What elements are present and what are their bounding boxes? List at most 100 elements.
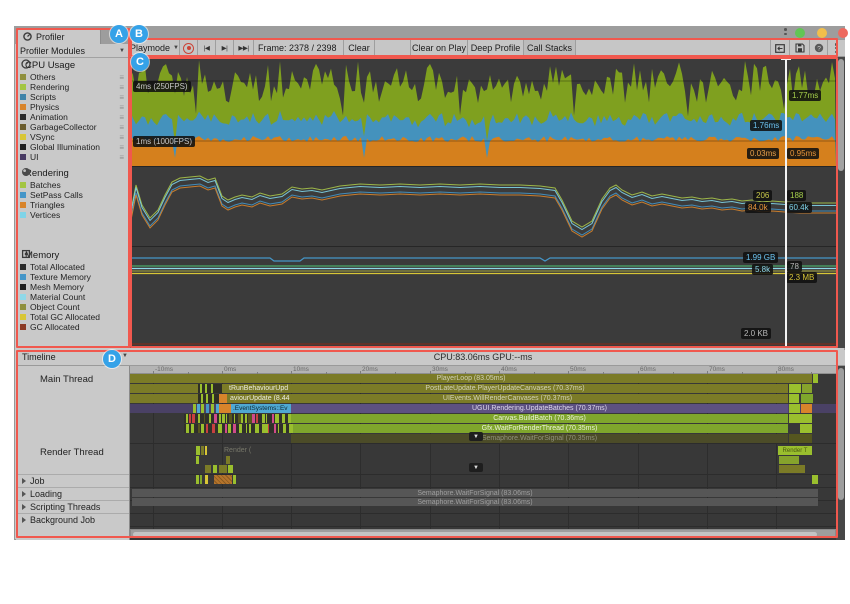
timeline-sample-block[interactable] (200, 475, 202, 484)
call-stacks-toggle[interactable]: Call Stacks (524, 40, 576, 56)
timeline-sample-block[interactable] (196, 475, 199, 484)
timeline-vertical-scrollbar[interactable] (836, 366, 845, 540)
legend-item-others[interactable]: Others≡ (20, 72, 128, 82)
timeline-sample-block[interactable] (789, 404, 800, 413)
timeline-sample-block[interactable] (255, 424, 258, 433)
help-button[interactable]: ? (810, 40, 828, 56)
expand-arrow-icon[interactable] (22, 478, 26, 484)
timeline-view-dropdown[interactable]: Timeline ▼ (22, 352, 56, 362)
timeline-sample-block[interactable] (130, 394, 198, 403)
drag-handle-icon[interactable]: ≡ (119, 103, 124, 112)
legend-item-animation[interactable]: Animation≡ (20, 112, 128, 122)
timeline-sample-block[interactable] (130, 384, 198, 393)
legend-item-ui[interactable]: UI≡ (20, 152, 128, 162)
timeline-sample-block[interactable] (186, 424, 189, 433)
timeline-sample-block[interactable] (193, 404, 196, 413)
expand-arrow-icon[interactable] (22, 491, 26, 497)
legend-item-rendering[interactable]: Rendering≡ (20, 82, 128, 92)
timeline-sample-block[interactable] (212, 394, 214, 403)
timeline-sample-block[interactable] (209, 414, 212, 423)
timeline-sample-block[interactable] (249, 424, 251, 433)
timeline-sample-block[interactable] (779, 456, 799, 464)
timeline-sample-block[interactable] (213, 465, 217, 473)
timeline-sample-block[interactable] (800, 424, 812, 433)
timeline-sample-block[interactable] (219, 465, 227, 473)
profiler-modules-dropdown[interactable]: Profiler Modules ▼ (16, 44, 129, 58)
timeline-sample-block[interactable] (252, 414, 255, 423)
charts-panel[interactable] (130, 57, 836, 348)
current-frame-button[interactable]: ▶▶| (234, 40, 254, 56)
drag-handle-icon[interactable]: ≡ (119, 123, 124, 132)
timeline-sample-render[interactable]: Render ( (222, 446, 284, 455)
timeline-thread-scripting-threads[interactable]: Scripting Threads (16, 500, 129, 513)
timeline-sample-block[interactable] (245, 414, 247, 423)
timeline-sample-block[interactable] (779, 465, 805, 473)
legend-item-gc-allocated[interactable]: GC Allocated (20, 322, 128, 332)
timeline-sample-block[interactable] (212, 424, 215, 433)
load-profile-button[interactable] (770, 40, 790, 56)
timeline-sample-block[interactable] (205, 475, 208, 484)
tab-profiler[interactable]: Profiler (17, 28, 101, 44)
timeline-sample-block[interactable] (219, 414, 221, 423)
timeline-sample-block[interactable] (200, 384, 202, 393)
timeline-sample-block[interactable] (241, 414, 243, 423)
legend-item-setpass-calls[interactable]: SetPass Calls (20, 190, 128, 200)
timeline-sample-block[interactable] (201, 394, 203, 403)
timeline-sample-block[interactable] (789, 434, 812, 443)
timeline-sample-block[interactable] (268, 424, 270, 433)
timeline-thread-background-job[interactable]: Background Job (16, 513, 129, 526)
timeline-sample-block[interactable] (812, 475, 818, 484)
timeline-sample-block[interactable] (802, 384, 812, 393)
timeline-sample-block[interactable] (789, 414, 812, 423)
timeline-sample-aviourupdate[interactable]: aviourUpdate (8.44 (228, 394, 322, 403)
legend-item-vertices[interactable]: Vertices (20, 210, 128, 220)
timeline-sample-ugui.rendering.updatebatches[interactable]: UGUI.Rendering.UpdateBatches (70.37ms) (291, 404, 788, 413)
timeline-sample-block[interactable] (219, 404, 231, 413)
timeline-sample-block[interactable] (228, 424, 230, 433)
clear-on-play-toggle[interactable]: Clear on Play (410, 40, 468, 56)
timeline-sample-block[interactable] (205, 384, 207, 393)
timeline-sample-block[interactable] (191, 424, 194, 433)
charts-scrollbar[interactable] (836, 57, 845, 348)
window-zoom-button[interactable] (795, 28, 805, 38)
timeline-sample-block[interactable] (256, 414, 258, 423)
timeline-sample-block[interactable] (229, 414, 232, 423)
timeline-sample-block[interactable] (272, 414, 274, 423)
timeline-sample-block[interactable] (205, 446, 207, 455)
timeline-sample-block[interactable] (196, 446, 200, 455)
timeline-sample-block[interactable] (192, 414, 194, 423)
save-profile-button[interactable] (790, 40, 810, 56)
timeline-sample-block[interactable] (211, 384, 213, 393)
timeline-sample-block[interactable] (198, 414, 201, 423)
timeline-sample-block[interactable] (201, 424, 204, 433)
legend-item-triangles[interactable]: Triangles (20, 200, 128, 210)
deep-profile-toggle[interactable]: Deep Profile (468, 40, 524, 56)
timeline-sample-block[interactable] (289, 424, 292, 433)
timeline-flame-graph[interactable]: PlayerLoop (83.05ms)PostLateUpdate.Playe… (130, 366, 836, 540)
expand-arrow-icon[interactable] (22, 517, 26, 523)
timeline-sample-block[interactable] (789, 394, 799, 403)
timeline-sample-block[interactable] (189, 414, 191, 423)
timeline-thread-job[interactable]: Job (16, 474, 129, 487)
timeline-sample-block[interactable] (813, 374, 818, 383)
timeline-thread-loading[interactable]: Loading (16, 487, 129, 500)
timeline-sample-block[interactable] (225, 424, 227, 433)
timeline-sample-block[interactable] (283, 424, 286, 433)
timeline-sample-.eventsystemsev[interactable]: .EventSystems::Ev (231, 404, 293, 413)
drag-handle-icon[interactable]: ≡ (119, 93, 124, 102)
timeline-sample-idle-block[interactable] (214, 475, 232, 484)
timeline-sample-playerloop[interactable]: PlayerLoop (83.05ms) (130, 374, 812, 383)
timeline-sample-block[interactable] (246, 424, 248, 433)
legend-item-batches[interactable]: Batches (20, 180, 128, 190)
timeline-sample-block[interactable] (275, 414, 278, 423)
timeline-sample-block[interactable] (198, 424, 201, 433)
legend-item-scripts[interactable]: Scripts≡ (20, 92, 128, 102)
selected-frame-line[interactable] (785, 57, 787, 348)
drag-handle-icon[interactable]: ≡ (119, 73, 124, 82)
drag-handle-icon[interactable]: ≡ (119, 83, 124, 92)
timeline-sample-block[interactable] (206, 394, 208, 403)
legend-item-physics[interactable]: Physics≡ (20, 102, 128, 112)
timeline-sample-block[interactable] (234, 414, 236, 423)
timeline-sample-block[interactable] (206, 424, 208, 433)
timeline-sample-block[interactable] (211, 404, 214, 413)
